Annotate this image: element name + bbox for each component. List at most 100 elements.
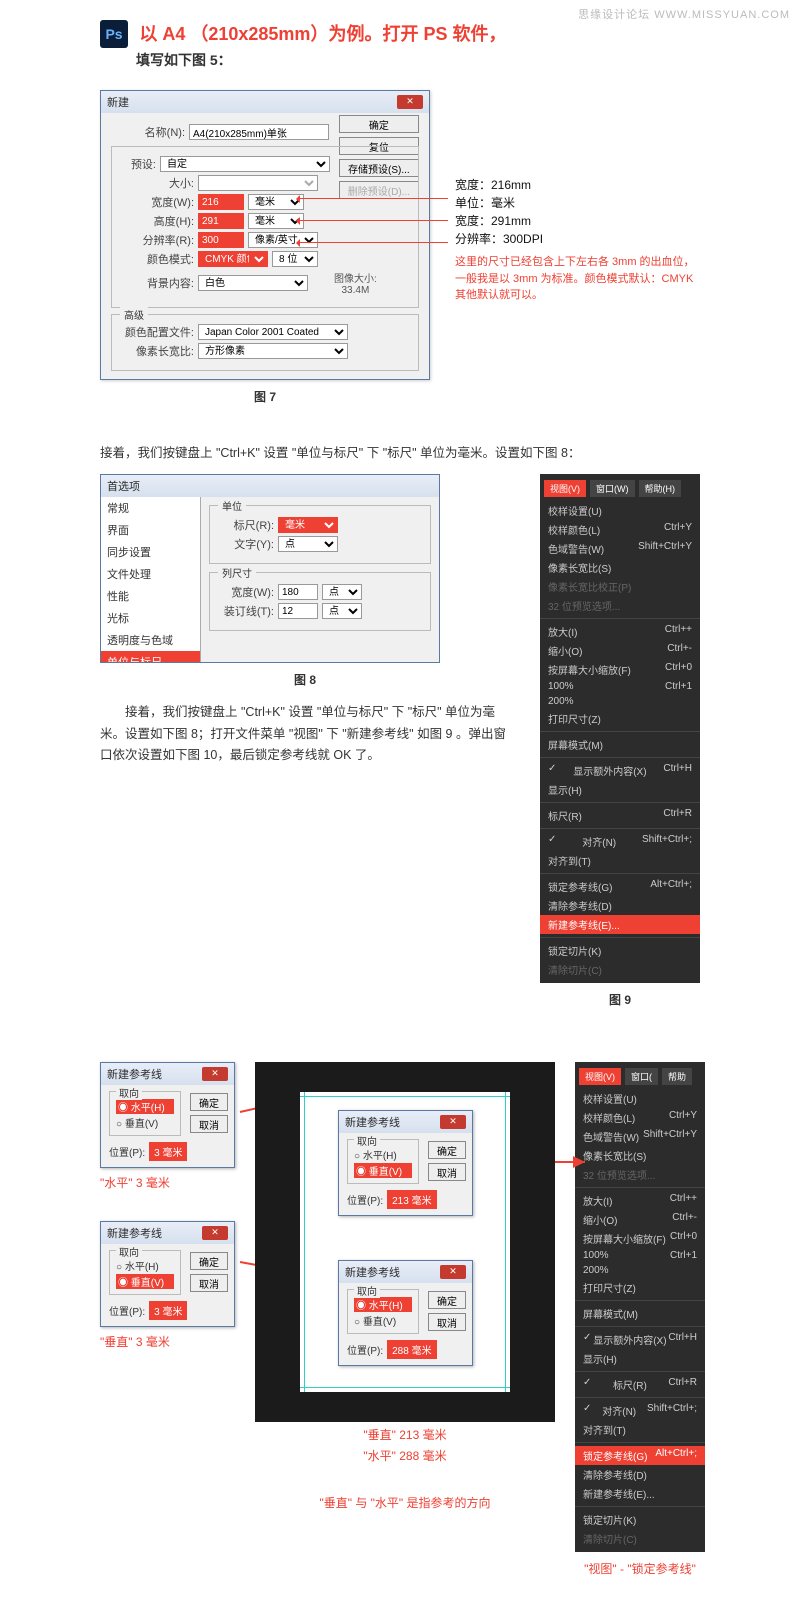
menu-tab[interactable]: 视图(V) xyxy=(579,1068,621,1085)
radio-vertical[interactable]: ○ 垂直(V) xyxy=(116,1115,174,1130)
menu-item[interactable]: 打印尺寸(Z) xyxy=(575,1278,705,1297)
menu-item[interactable]: 按屏幕大小缩放(F)Ctrl+0 xyxy=(540,660,700,679)
menu-item[interactable]: 200% xyxy=(575,1263,705,1278)
menu-item[interactable]: 清除切片(C) xyxy=(540,960,700,979)
res-input[interactable] xyxy=(198,232,244,248)
close-icon[interactable]: ✕ xyxy=(202,1067,228,1081)
menu-item[interactable]: 缩小(O)Ctrl+- xyxy=(540,641,700,660)
close-icon[interactable]: ✕ xyxy=(202,1226,228,1240)
cancel-button[interactable]: 取消 xyxy=(428,1163,466,1181)
menu-item[interactable]: 锁定参考线(G)Alt+Ctrl+; xyxy=(575,1446,705,1465)
ok-button[interactable]: 确定 xyxy=(428,1291,466,1309)
height-input[interactable] xyxy=(198,213,244,229)
menu-item[interactable]: 显示额外内容(X)Ctrl+H xyxy=(540,761,700,780)
profile-select[interactable]: Japan Color 2001 Coated xyxy=(198,324,348,340)
menu-item[interactable]: 锁定参考线(G)Alt+Ctrl+; xyxy=(540,877,700,896)
gut-unit[interactable]: 点 xyxy=(322,603,362,619)
preset-select[interactable]: 自定 xyxy=(160,156,330,172)
gut-input[interactable] xyxy=(278,603,318,619)
menu-item[interactable]: 对齐(N)Shift+Ctrl+; xyxy=(540,832,700,851)
menu-item[interactable]: 100%Ctrl+1 xyxy=(540,679,700,694)
menu-tab[interactable]: 窗口(W) xyxy=(590,480,635,497)
radio-horizontal[interactable]: ◉ 水平(H) xyxy=(354,1297,412,1312)
pref-list-item[interactable]: 同步设置 xyxy=(101,541,200,563)
menu-item[interactable]: 显示额外内容(X)Ctrl+H xyxy=(575,1330,705,1349)
menu-item[interactable]: 清除参考线(D) xyxy=(575,1465,705,1484)
radio-vertical[interactable]: ◉ 垂直(V) xyxy=(354,1163,412,1178)
menu-item[interactable]: 显示(H) xyxy=(540,780,700,799)
colw-input[interactable] xyxy=(278,584,318,600)
menu-item[interactable]: 32 位预览选项... xyxy=(575,1165,705,1184)
pos-input[interactable]: 213 毫米 xyxy=(387,1190,436,1209)
ok-button[interactable]: 确定 xyxy=(339,115,419,133)
pos-input[interactable]: 3 毫米 xyxy=(149,1301,187,1320)
menu-item[interactable]: 按屏幕大小缩放(F)Ctrl+0 xyxy=(575,1229,705,1248)
menu-item[interactable]: 像素长宽比(S) xyxy=(540,558,700,577)
menu-item[interactable]: 像素长宽比(S) xyxy=(575,1146,705,1165)
menu-item[interactable]: 校样设置(U) xyxy=(540,501,700,520)
pref-list-item[interactable]: 文件处理 xyxy=(101,563,200,585)
radio-horizontal[interactable]: ○ 水平(H) xyxy=(116,1258,174,1273)
menu-item[interactable]: 32 位预览选项... xyxy=(540,596,700,615)
menu-item[interactable]: 对齐到(T) xyxy=(575,1420,705,1439)
close-icon[interactable]: ✕ xyxy=(397,95,423,109)
menu-item[interactable]: 屏幕模式(M) xyxy=(575,1304,705,1323)
pref-list[interactable]: 常规界面同步设置文件处理性能光标透明度与色域单位与标尺参考线、网格和切片 xyxy=(101,497,201,662)
radio-vertical[interactable]: ○ 垂直(V) xyxy=(354,1313,412,1328)
menu-item[interactable]: 放大(I)Ctrl++ xyxy=(575,1191,705,1210)
pref-list-item[interactable]: 界面 xyxy=(101,519,200,541)
res-unit[interactable]: 像素/英寸 xyxy=(248,232,318,248)
menu-tab[interactable]: 视图(V) xyxy=(544,480,586,497)
menu-item[interactable]: 锁定切片(K) xyxy=(575,1510,705,1529)
colw-unit[interactable]: 点 xyxy=(322,584,362,600)
menu-item[interactable]: 标尺(R)Ctrl+R xyxy=(540,806,700,825)
menu-item[interactable]: 100%Ctrl+1 xyxy=(575,1248,705,1263)
type-select[interactable]: 点 xyxy=(278,536,338,552)
pref-list-item[interactable]: 单位与标尺 xyxy=(101,651,200,662)
menu-tab[interactable]: 窗口( xyxy=(625,1068,658,1085)
mode-select[interactable]: CMYK 颜色 xyxy=(198,251,268,267)
pos-input[interactable]: 3 毫米 xyxy=(149,1142,187,1161)
menu-item[interactable]: 清除参考线(D) xyxy=(540,896,700,915)
ruler-select[interactable]: 毫米 xyxy=(278,517,338,533)
menu-item[interactable]: 屏幕模式(M) xyxy=(540,735,700,754)
menu-item[interactable]: 校样颜色(L)Ctrl+Y xyxy=(575,1108,705,1127)
pref-list-item[interactable]: 透明度与色域 xyxy=(101,629,200,651)
cancel-button[interactable]: 取消 xyxy=(428,1313,466,1331)
aspect-select[interactable]: 方形像素 xyxy=(198,343,348,359)
cancel-button[interactable]: 取消 xyxy=(190,1115,228,1133)
menu-item[interactable]: 打印尺寸(Z) xyxy=(540,709,700,728)
radio-horizontal[interactable]: ◉ 水平(H) xyxy=(116,1099,174,1114)
menu-item[interactable]: 放大(I)Ctrl++ xyxy=(540,622,700,641)
menu-item[interactable]: 色域警告(W)Shift+Ctrl+Y xyxy=(540,539,700,558)
menu-item[interactable]: 200% xyxy=(540,694,700,709)
menu-item[interactable]: 显示(H) xyxy=(575,1349,705,1368)
mode-bits[interactable]: 8 位 xyxy=(272,251,318,267)
close-icon[interactable]: ✕ xyxy=(440,1115,466,1129)
name-input[interactable] xyxy=(189,124,329,140)
menu-item[interactable]: 像素长宽比校正(P) xyxy=(540,577,700,596)
menu-item[interactable]: 色域警告(W)Shift+Ctrl+Y xyxy=(575,1127,705,1146)
menu-item[interactable]: 新建参考线(E)... xyxy=(575,1484,705,1503)
menu-tab[interactable]: 帮助 xyxy=(662,1068,692,1085)
ok-button[interactable]: 确定 xyxy=(190,1252,228,1270)
menu-item[interactable]: 锁定切片(K) xyxy=(540,941,700,960)
width-input[interactable] xyxy=(198,194,244,210)
menu-item[interactable]: 缩小(O)Ctrl+- xyxy=(575,1210,705,1229)
radio-horizontal[interactable]: ○ 水平(H) xyxy=(354,1147,412,1162)
bg-select[interactable]: 白色 xyxy=(198,275,308,291)
ok-button[interactable]: 确定 xyxy=(428,1141,466,1159)
menu-item[interactable]: 校样颜色(L)Ctrl+Y xyxy=(540,520,700,539)
pos-input[interactable]: 288 毫米 xyxy=(387,1340,436,1359)
menu-item[interactable]: 清除切片(C) xyxy=(575,1529,705,1548)
ok-button[interactable]: 确定 xyxy=(190,1093,228,1111)
menu-tab[interactable]: 帮助(H) xyxy=(639,480,682,497)
size-select[interactable] xyxy=(198,175,318,191)
menu-item[interactable]: 标尺(R)Ctrl+R xyxy=(575,1375,705,1394)
menu-item[interactable]: 校样设置(U) xyxy=(575,1089,705,1108)
menu-item[interactable]: 对齐(N)Shift+Ctrl+; xyxy=(575,1401,705,1420)
menu-item[interactable]: 新建参考线(E)... xyxy=(540,915,700,934)
pref-list-item[interactable]: 常规 xyxy=(101,497,200,519)
pref-list-item[interactable]: 性能 xyxy=(101,585,200,607)
close-icon[interactable]: ✕ xyxy=(440,1265,466,1279)
